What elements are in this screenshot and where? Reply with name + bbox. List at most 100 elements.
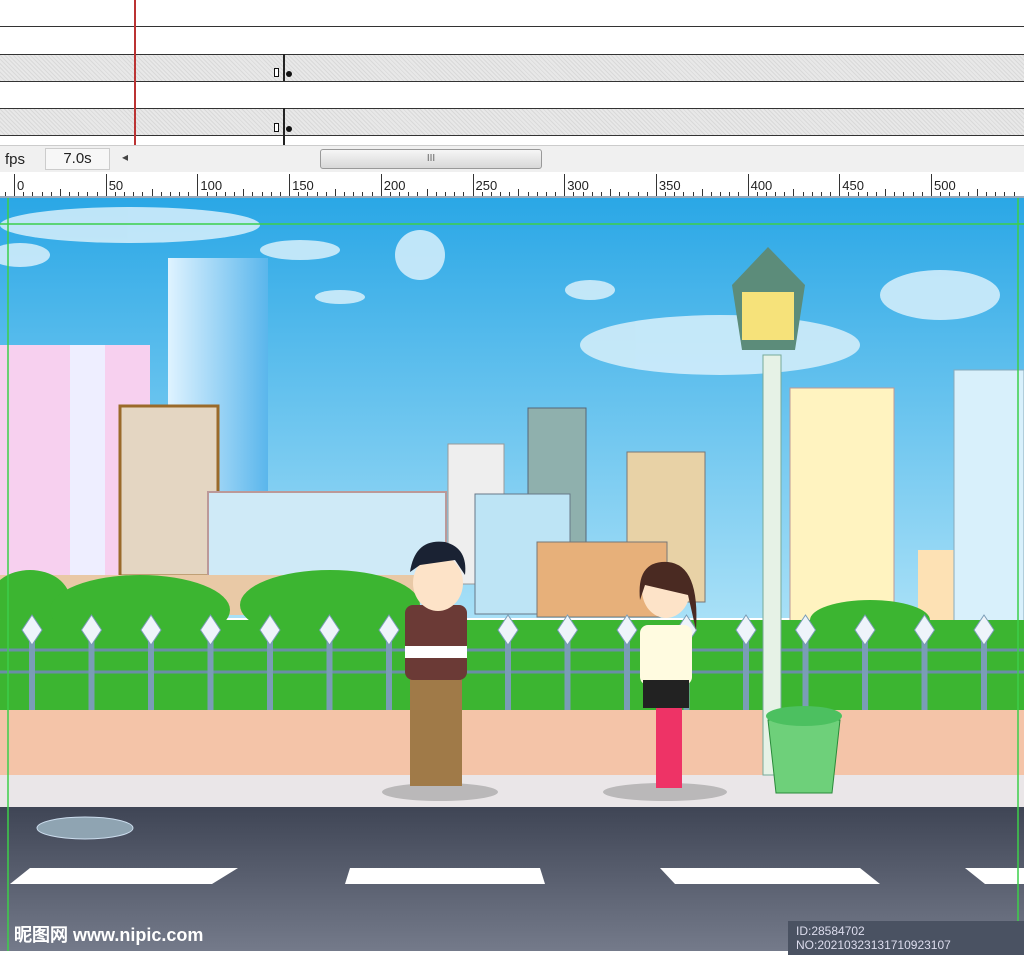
ruler-tick — [701, 189, 703, 196]
ruler-tick — [261, 192, 263, 196]
fence-post — [267, 640, 273, 710]
timeline-layer[interactable] — [0, 26, 1024, 54]
keyframe-dot[interactable] — [286, 126, 292, 132]
ruler-tick — [234, 192, 236, 196]
ruler-tick — [252, 192, 254, 196]
keyframe-line — [283, 108, 285, 145]
ruler-tick — [463, 192, 465, 196]
ruler-tick — [839, 174, 841, 196]
trash-can — [766, 706, 842, 794]
ruler-tick — [500, 192, 501, 196]
ruler-tick — [646, 192, 648, 196]
ruler-tick — [518, 189, 520, 196]
ruler-tick — [426, 189, 428, 196]
ruler-tick — [655, 174, 657, 196]
ruler-tick — [784, 192, 786, 196]
ruler-label: 250 — [475, 178, 498, 193]
ruler-tick — [866, 192, 868, 196]
ruler-tick — [811, 192, 813, 196]
timeline-layer[interactable] — [0, 108, 1024, 136]
ruler-tick — [179, 192, 181, 196]
ruler-tick — [912, 192, 914, 196]
fps-label: fps — [5, 151, 26, 168]
horizontal-scrollbar[interactable]: III — [320, 149, 542, 169]
ruler-tick — [270, 192, 272, 196]
fence-post — [921, 640, 928, 710]
ruler-tick — [371, 192, 373, 196]
ruler-tick — [710, 192, 712, 196]
ruler-label: 50 — [108, 178, 124, 193]
ruler-tick — [444, 192, 446, 196]
city-street-scene — [0, 198, 1024, 951]
ruler-tick — [903, 192, 905, 196]
fence-post — [624, 640, 630, 710]
end-frame-marker[interactable] — [274, 123, 279, 132]
ruler-tick — [417, 192, 419, 196]
ruler-tick — [885, 189, 887, 196]
scroll-left-arrow[interactable]: ◂ — [122, 150, 128, 164]
fence-post — [862, 640, 868, 710]
ruler-tick — [958, 192, 960, 196]
fence-post — [564, 640, 571, 710]
ruler-tick — [894, 192, 896, 196]
ruler-tick — [729, 192, 731, 196]
fence-post — [981, 640, 987, 710]
ruler-tick — [14, 174, 15, 196]
fence-post — [505, 640, 511, 710]
ruler-label: 0 — [17, 178, 25, 193]
ruler-label: 500 — [934, 178, 956, 193]
ruler-tick — [628, 192, 630, 196]
ruler-tick — [454, 192, 456, 196]
ruler-tick — [921, 192, 923, 196]
ruler-tick — [325, 192, 327, 196]
ruler-tick — [564, 174, 566, 196]
ruler-tick — [967, 192, 969, 196]
timeline-layer[interactable] — [0, 54, 1024, 81]
ruler-tick — [380, 174, 382, 196]
ruler-tick — [59, 189, 61, 196]
manhole — [36, 816, 134, 840]
ruler-tick — [50, 192, 52, 196]
ruler-tick — [160, 192, 162, 196]
ruler-tick — [32, 192, 34, 196]
fence-post — [88, 640, 95, 710]
fence-post — [207, 640, 214, 710]
watermark-id: ID:28584702 NO:20210323131710923107 — [788, 921, 1024, 955]
ruler-label: 100 — [200, 178, 223, 193]
ruler-label: 450 — [842, 178, 864, 193]
ruler-label: 200 — [383, 178, 406, 193]
fence-post — [802, 640, 809, 710]
timeline-layer[interactable] — [0, 81, 1024, 108]
end-frame-marker[interactable] — [274, 68, 279, 77]
ruler-tick — [931, 174, 932, 196]
ruler-tick — [555, 192, 557, 196]
stage-canvas[interactable] — [0, 198, 1024, 951]
fence-post — [386, 640, 392, 710]
keyframe-dot[interactable] — [286, 71, 292, 77]
ruler-tick — [637, 192, 639, 196]
fence-post — [326, 640, 333, 710]
ruler-tick — [124, 192, 126, 196]
ruler-tick — [830, 192, 832, 196]
ruler-tick — [78, 192, 80, 196]
playhead[interactable] — [134, 0, 136, 145]
fence-post — [148, 640, 154, 710]
watermark-site: 昵图网 www.nipic.com — [14, 925, 204, 945]
ruler-tick — [224, 192, 226, 196]
ruler-tick — [536, 192, 538, 196]
ruler-tick — [600, 192, 602, 196]
ruler-tick — [747, 174, 749, 196]
ruler-tick — [793, 189, 795, 196]
ruler-tick — [87, 192, 89, 196]
ruler-tick — [334, 189, 336, 196]
ruler-tick — [344, 192, 346, 196]
ruler-tick — [188, 192, 190, 196]
ruler-label: 400 — [750, 178, 773, 193]
ruler-tick — [105, 174, 107, 196]
ruler-tick — [151, 189, 153, 196]
ruler-tick — [435, 192, 437, 196]
timeline-panel — [0, 0, 1024, 145]
ruler-tick — [610, 189, 612, 196]
man-character — [405, 541, 467, 786]
ruler-tick — [142, 192, 144, 196]
